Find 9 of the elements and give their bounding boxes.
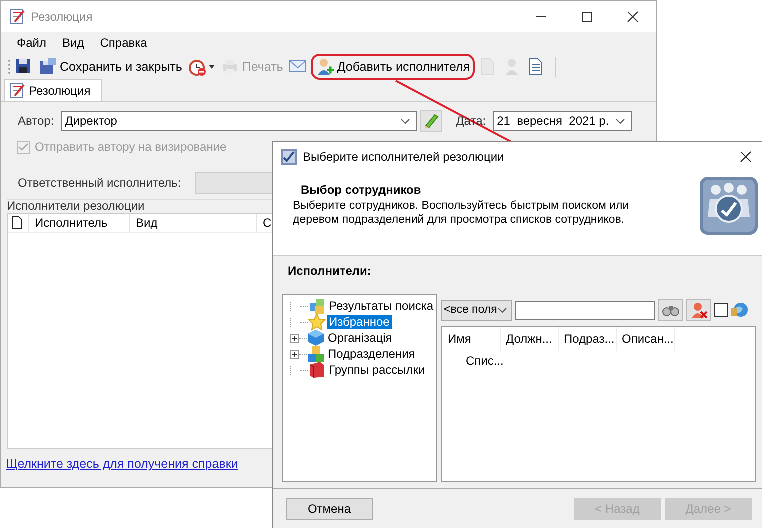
dialog-title: Выберите исполнителей резолюции [303, 150, 504, 164]
window-title: Резолюция [31, 10, 93, 24]
field-label: Автор: [17, 114, 54, 128]
section-label: Исполнители: [288, 264, 372, 278]
field-label: Ответственный исполнитель: [17, 176, 182, 190]
empty-list-text: Спис... [465, 354, 505, 368]
group-title: Исполнители резолюции [7, 199, 145, 213]
step-description: Выберите сотрудников. Воспользуйтесь быстрым поиском или деревом подразделений для просмотра списков сотрудников. [293, 199, 630, 227]
step-title: Выбор сотрудников [301, 183, 422, 197]
